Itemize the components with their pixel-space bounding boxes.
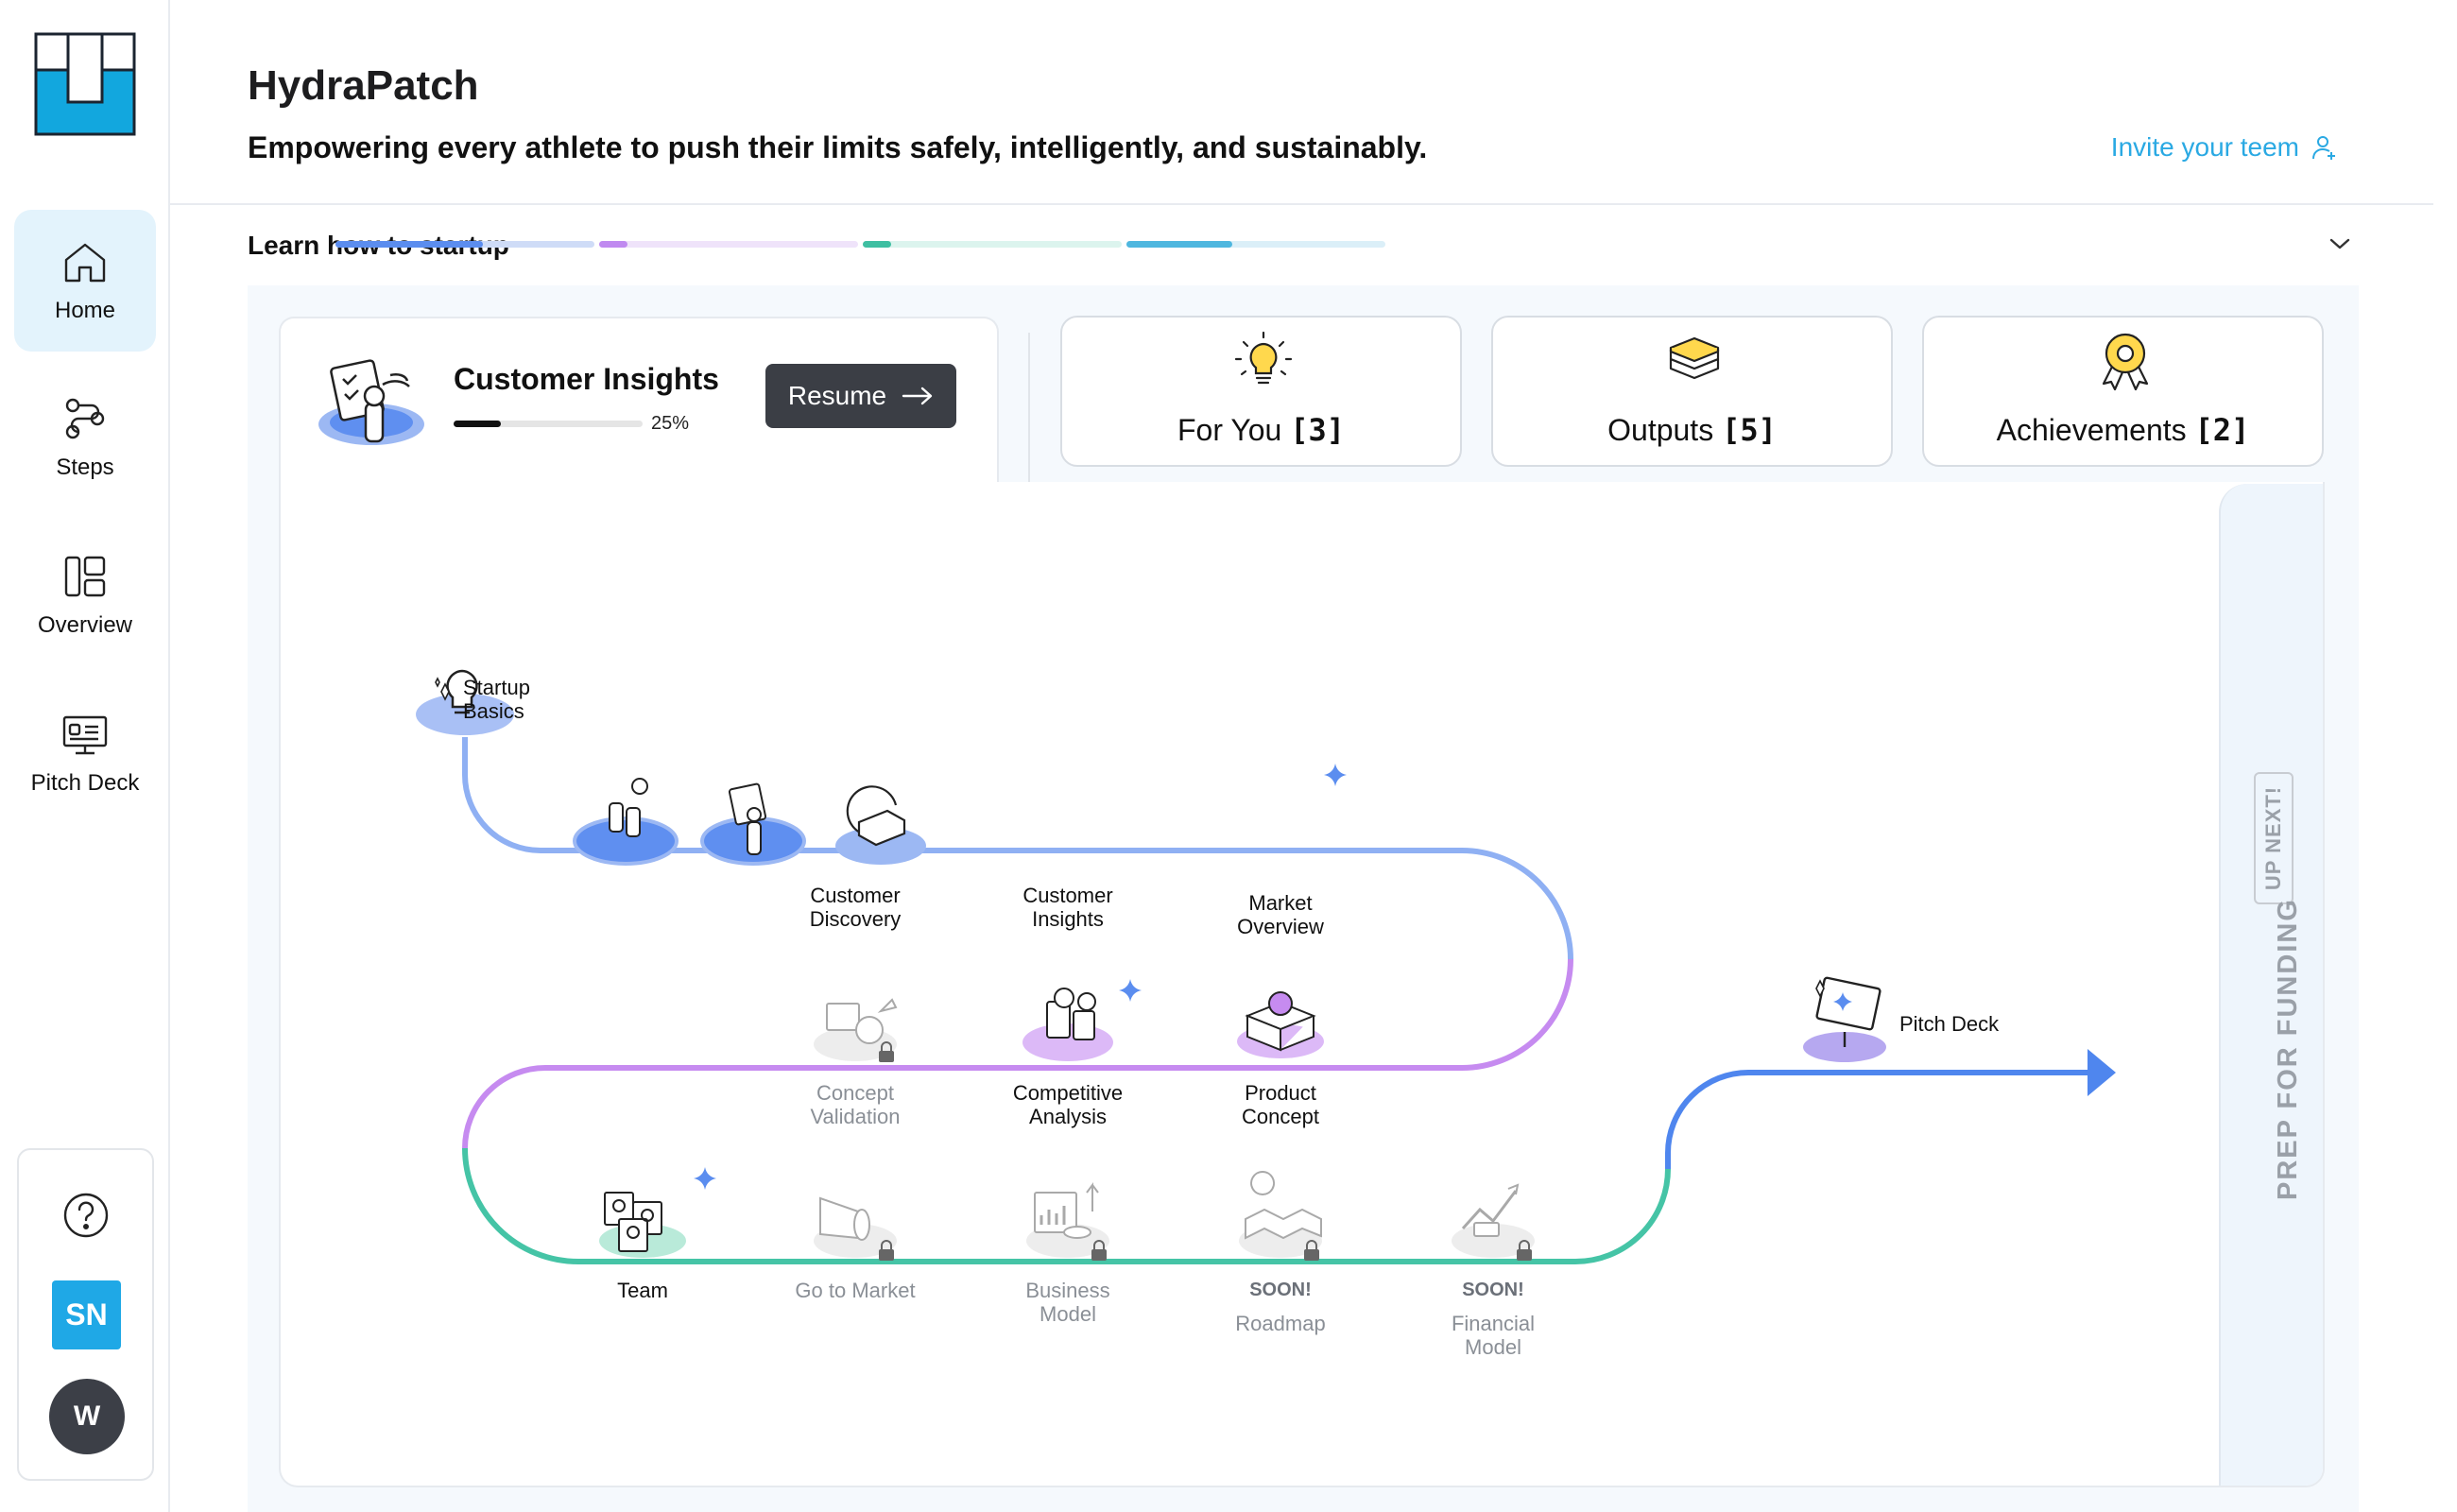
up-next-badge: UP NEXT! — [2254, 772, 2294, 904]
tile-outputs[interactable]: Outputs [5] — [1491, 316, 1893, 467]
nav-pitch-deck[interactable]: Pitch Deck — [14, 682, 156, 824]
progress-segment — [863, 241, 1122, 248]
node-label-market-overview[interactable]: Market Overview — [1186, 891, 1375, 938]
presentation-icon — [62, 715, 108, 755]
progress-segment-fill — [599, 241, 628, 248]
resume-button-label: Resume — [787, 381, 887, 410]
progress-segment — [599, 241, 858, 248]
resume-card: Customer Insights 25% Resume — [279, 317, 999, 482]
progress-segment — [335, 241, 594, 248]
lightbulb-icon — [1234, 331, 1293, 385]
app-logo[interactable] — [34, 32, 136, 136]
arrowhead-icon — [2088, 1049, 2116, 1096]
node-label-competitive-analysis[interactable]: Competitive Analysis — [973, 1081, 1162, 1128]
node-customer-discovery[interactable] — [573, 778, 679, 866]
node-label-team[interactable]: Team — [548, 1279, 737, 1302]
path-finale — [1665, 1070, 2095, 1169]
tile-achievements[interactable]: Achievements [2] — [1922, 316, 2324, 467]
sidebar: Home Steps Overview Pitch Deck SN W — [0, 0, 170, 1512]
progress-segment-fill — [1126, 241, 1233, 248]
nav-label: Steps — [56, 455, 114, 480]
page-title: HydraPatch — [248, 62, 479, 109]
header: HydraPatch Empowering every athlete to p… — [170, 0, 2433, 205]
steps-icon — [65, 398, 105, 439]
chevron-down-icon[interactable] — [2327, 234, 2353, 253]
node-label-financial-model: Financial Model — [1451, 1312, 1536, 1359]
tile-for-you[interactable]: For You [3] — [1060, 316, 1462, 467]
progress-segment-fill — [863, 241, 892, 248]
resume-percent: 25% — [651, 413, 690, 434]
layers-icon — [1669, 336, 1720, 380]
nav-label: Pitch Deck — [30, 770, 140, 796]
resume-progress — [454, 421, 643, 427]
nav-home[interactable]: Home — [14, 210, 156, 352]
checklist-illustration-icon — [318, 359, 424, 445]
invite-team-link[interactable]: Invite your teem — [2111, 132, 2339, 163]
workspace-avatar[interactable]: W — [49, 1379, 125, 1454]
tile-label: Outputs [5] — [1607, 412, 1777, 448]
user-avatar[interactable]: SN — [52, 1280, 121, 1349]
node-market-overview[interactable] — [802, 482, 926, 865]
node-label-concept-validation: Concept Validation — [810, 1081, 901, 1128]
progress-segment — [1126, 241, 1385, 248]
add-user-icon — [2312, 136, 2335, 160]
nav-steps[interactable]: Steps — [14, 367, 156, 508]
journey-map — [279, 482, 2325, 1487]
path-green — [462, 1147, 1671, 1264]
resume-button[interactable]: Resume — [765, 364, 956, 428]
arrow-right-icon — [902, 387, 933, 405]
account-panel: SN W — [17, 1148, 154, 1481]
node-customer-insights[interactable] — [700, 782, 806, 866]
nav-label: Home — [54, 298, 116, 323]
help-icon[interactable] — [61, 1191, 111, 1240]
resume-progress-fill — [454, 421, 501, 427]
node-label-product-concept[interactable]: Product Concept — [1186, 1081, 1375, 1128]
node-label-startup-basics[interactable]: Startup Basics — [463, 676, 576, 723]
page-subtitle: Empowering every athlete to push their l… — [248, 130, 1428, 164]
nav-label: Overview — [37, 612, 133, 638]
invite-label: Invite your teem — [2110, 132, 2299, 162]
soon-badge: SOON! — [1462, 1280, 1524, 1300]
prep-for-funding-label: PREP FOR FUNDING — [2273, 898, 2303, 1200]
nav-overview[interactable]: Overview — [14, 524, 156, 666]
overview-icon — [64, 556, 106, 597]
node-label-roadmap: Roadmap — [1235, 1312, 1326, 1335]
divider — [1028, 333, 1030, 482]
journey-paths — [416, 482, 2116, 1264]
soon-badge: SOON! — [1249, 1280, 1312, 1300]
node-label-customer-insights[interactable]: Customer Insights — [973, 884, 1162, 931]
home-icon — [64, 243, 106, 283]
node-label-pitch-deck[interactable]: Pitch Deck — [1899, 1012, 2041, 1036]
up-next-panel[interactable] — [2219, 484, 2323, 1486]
node-label-business-model: Business Model — [1025, 1279, 1110, 1326]
award-icon — [2102, 333, 2149, 391]
node-label-customer-discovery[interactable]: Customer Discovery — [761, 884, 950, 931]
tile-label: Achievements [2] — [1996, 412, 2250, 448]
progress-segment-fill — [335, 241, 484, 248]
node-label-go-to-market: Go to Market — [795, 1279, 916, 1302]
tile-label: For You [3] — [1177, 412, 1345, 448]
resume-title: Customer Insights — [454, 362, 719, 396]
